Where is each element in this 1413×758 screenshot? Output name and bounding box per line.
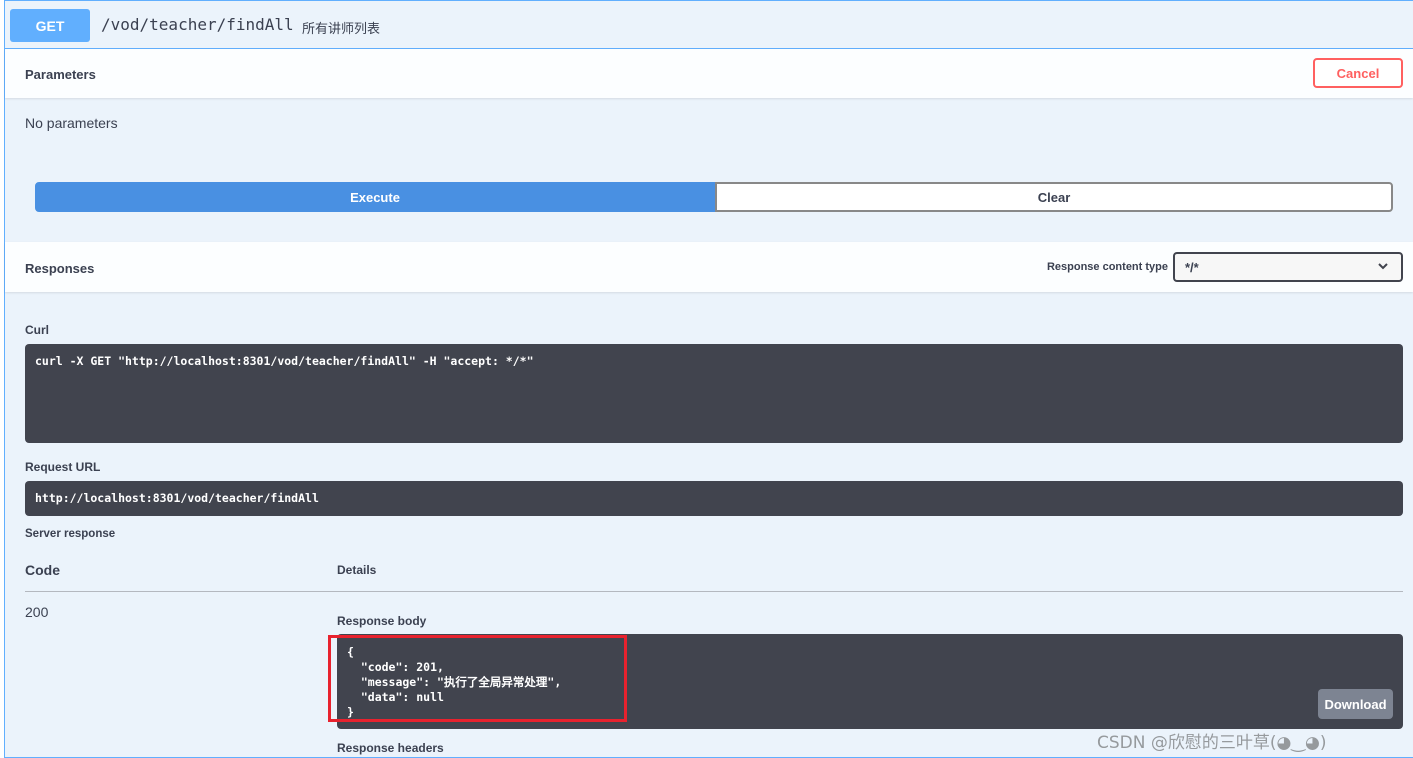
- endpoint-description: 所有讲师列表: [302, 21, 381, 36]
- curl-label: Curl: [25, 323, 49, 337]
- status-code: 200: [25, 604, 49, 620]
- responses-title: Responses: [25, 261, 95, 276]
- request-url[interactable]: http://localhost:8301/vod/teacher/findAl…: [25, 481, 1403, 516]
- server-response-label: Server response: [25, 528, 116, 540]
- parameters-header: Parameters Cancel: [5, 49, 1413, 98]
- content-type-select[interactable]: */*: [1173, 252, 1403, 282]
- clear-button[interactable]: Clear: [715, 182, 1393, 212]
- table-divider: [25, 591, 1403, 592]
- no-parameters-text: No parameters: [25, 115, 118, 131]
- cancel-button[interactable]: Cancel: [1313, 58, 1403, 88]
- curl-command[interactable]: curl -X GET "http://localhost:8301/vod/t…: [25, 344, 1403, 443]
- content-type-label: Response content type: [1046, 261, 1168, 273]
- download-button[interactable]: Download: [1318, 689, 1393, 719]
- operation-summary[interactable]: GET /vod/teacher/findAll 所有讲师列表: [5, 1, 1413, 49]
- response-body-label: Response body: [337, 614, 427, 628]
- content-type-value: */*: [1185, 260, 1199, 275]
- request-url-label: Request URL: [25, 460, 101, 474]
- execute-button[interactable]: Execute: [35, 182, 715, 212]
- highlight-box: [328, 635, 627, 722]
- watermark: CSDN @欣慰的三叶草(◕‿◕): [1097, 733, 1327, 753]
- details-column-header: Details: [337, 563, 377, 577]
- method-badge: GET: [10, 9, 90, 42]
- response-headers-label: Response headers: [337, 741, 444, 755]
- parameters-title: Parameters: [25, 67, 96, 82]
- chevron-down-icon: [1377, 260, 1389, 275]
- endpoint-path: /vod/teacher/findAll: [101, 15, 294, 34]
- operation-block: GET /vod/teacher/findAll 所有讲师列表 Paramete…: [4, 0, 1413, 758]
- execute-wrapper: Execute Clear: [35, 182, 1393, 212]
- code-column-header: Code: [25, 562, 60, 578]
